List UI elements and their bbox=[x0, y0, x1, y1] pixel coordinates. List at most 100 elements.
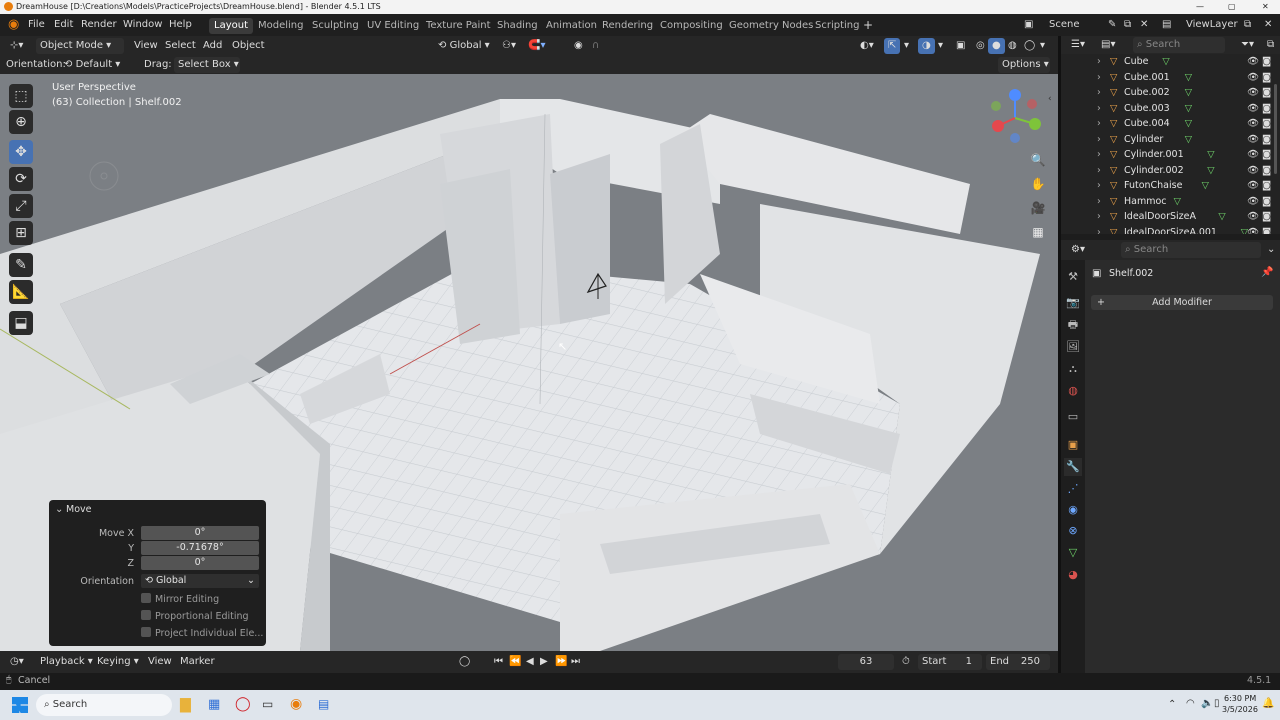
store-icon[interactable]: ▦ bbox=[208, 697, 220, 712]
sidebar-toggle-icon[interactable]: ‹ bbox=[1048, 94, 1052, 104]
menu-window[interactable]: Window bbox=[123, 14, 162, 36]
workspace-tab-compositing[interactable]: Compositing bbox=[655, 18, 728, 34]
view-layer-name[interactable]: ViewLayer bbox=[1186, 14, 1238, 36]
visibility-eye-icon[interactable]: 👁 bbox=[1247, 209, 1259, 225]
expand-arrow-icon[interactable]: › bbox=[1097, 116, 1101, 132]
render-camera-icon[interactable]: ◙ bbox=[1262, 54, 1271, 70]
constraints-tab-icon[interactable]: ⊗ bbox=[1064, 522, 1082, 540]
output-tab-icon[interactable]: 🖶 bbox=[1064, 316, 1082, 334]
overlays-icon[interactable]: ◑ bbox=[918, 38, 935, 54]
outliner-item[interactable]: › ▽ Cylinder.001 ▽ 👁 ◙ bbox=[1061, 147, 1280, 163]
object-tab-icon[interactable]: ▣ bbox=[1064, 436, 1082, 454]
scene-tab-icon[interactable]: ⛬ bbox=[1064, 360, 1082, 378]
filter-icon[interactable]: ⏷▾ bbox=[1237, 37, 1258, 53]
workspace-tab-texture-paint[interactable]: Texture Paint bbox=[421, 18, 496, 34]
render-camera-icon[interactable]: ◙ bbox=[1262, 147, 1271, 163]
outliner-item[interactable]: › ▽ Hammoc ▽ 👁 ◙ bbox=[1061, 194, 1280, 210]
preview-range-icon[interactable]: ⏱ bbox=[898, 654, 914, 670]
add-cube-tool-icon[interactable]: ⬓ bbox=[9, 311, 33, 335]
menu-playback[interactable]: Playback ▾ bbox=[36, 654, 97, 670]
visibility-eye-icon[interactable]: 👁 bbox=[1247, 85, 1259, 101]
render-camera-icon[interactable]: ◙ bbox=[1262, 225, 1271, 235]
workspace-tab-rendering[interactable]: Rendering bbox=[597, 18, 658, 34]
render-camera-icon[interactable]: ◙ bbox=[1262, 194, 1271, 210]
outliner-item[interactable]: › ▽ Cube.001 ▽ 👁 ◙ bbox=[1061, 70, 1280, 86]
gizmo-dropdown-icon[interactable]: ▾ bbox=[900, 38, 913, 54]
maximize-icon[interactable]: ▢ bbox=[1228, 0, 1236, 14]
orientation-dropdown[interactable]: ⟲ Default ▾ bbox=[60, 57, 134, 73]
particles-tab-icon[interactable]: ⋰ bbox=[1064, 480, 1082, 498]
menu-view-timeline[interactable]: View bbox=[144, 654, 176, 670]
outliner-item-label[interactable]: Cube.003 bbox=[1124, 101, 1170, 117]
tool-tab-icon[interactable]: ⚒ bbox=[1064, 268, 1082, 286]
battery-icon[interactable]: ▯ bbox=[1214, 698, 1220, 709]
properties-search-input[interactable]: ⌕ Search bbox=[1121, 242, 1261, 258]
outliner-item-label[interactable]: IdealDoorSizeA bbox=[1124, 209, 1196, 225]
opera-icon[interactable]: ◯ bbox=[235, 696, 251, 712]
expand-arrow-icon[interactable]: › bbox=[1097, 70, 1101, 86]
outliner-item[interactable]: › ▽ Cylinder.002 ▽ 👁 ◙ bbox=[1061, 163, 1280, 179]
visibility-eye-icon[interactable]: 👁 bbox=[1247, 70, 1259, 86]
frame-start-field[interactable]: Start 1 bbox=[918, 654, 982, 670]
outliner-item[interactable]: › ▽ FutonChaise ▽ 👁 ◙ bbox=[1061, 178, 1280, 194]
remove-view-layer-icon[interactable]: ✕ bbox=[1264, 14, 1272, 36]
render-camera-icon[interactable]: ◙ bbox=[1262, 116, 1271, 132]
select-box-tool-icon[interactable]: ⬚ bbox=[9, 84, 33, 108]
add-modifier-button[interactable]: + Add Modifier bbox=[1091, 295, 1273, 310]
scene-icon[interactable]: ▣ bbox=[1024, 14, 1033, 36]
move-y-field[interactable]: -0.71678° bbox=[141, 541, 259, 555]
visibility-eye-icon[interactable]: 👁 bbox=[1247, 101, 1259, 117]
editor-type-icon[interactable]: ⊹▾ bbox=[6, 38, 27, 54]
menu-select[interactable]: Select bbox=[161, 38, 200, 54]
menu-edit[interactable]: Edit bbox=[54, 14, 73, 36]
outliner-item-label[interactable]: IdealDoorSizeA.001 bbox=[1124, 225, 1217, 235]
volume-icon[interactable]: 🔈 bbox=[1201, 698, 1213, 709]
expand-arrow-icon[interactable]: › bbox=[1097, 132, 1101, 148]
zoom-view-icon[interactable]: 🔍 bbox=[1028, 150, 1048, 170]
outliner-item[interactable]: › ▽ Cube.002 ▽ 👁 ◙ bbox=[1061, 85, 1280, 101]
expand-arrow-icon[interactable]: › bbox=[1097, 85, 1101, 101]
measure-tool-icon[interactable]: 📐 bbox=[9, 280, 33, 304]
expand-arrow-icon[interactable]: › bbox=[1097, 209, 1101, 225]
object-mode-dropdown[interactable]: Object Mode ▾ bbox=[36, 38, 124, 54]
menu-help[interactable]: Help bbox=[169, 14, 192, 36]
outliner-item[interactable]: › ▽ IdealDoorSizeA ▽ 👁 ◙ bbox=[1061, 209, 1280, 225]
outliner-item-label[interactable]: Cube.004 bbox=[1124, 116, 1170, 132]
view-layer-tab-icon[interactable]: 🖼 bbox=[1064, 338, 1082, 356]
visibility-eye-icon[interactable]: 👁 bbox=[1247, 163, 1259, 179]
workspace-tab-uv-editing[interactable]: UV Editing bbox=[362, 18, 424, 34]
modifier-tab-icon[interactable]: 🔧 bbox=[1064, 458, 1082, 476]
menu-file[interactable]: File bbox=[28, 14, 45, 36]
display-mode-icon[interactable]: ▤▾ bbox=[1097, 37, 1119, 53]
visibility-icon[interactable]: ◐▾ bbox=[856, 38, 878, 54]
workspace-tab-shading[interactable]: Shading bbox=[492, 18, 543, 34]
file-explorer-icon[interactable]: ▇ bbox=[180, 697, 191, 713]
render-camera-icon[interactable]: ◙ bbox=[1262, 101, 1271, 117]
solid-shading-icon[interactable]: ● bbox=[988, 38, 1005, 54]
render-camera-icon[interactable]: ◙ bbox=[1262, 132, 1271, 148]
collection-tab-icon[interactable]: ▭ bbox=[1064, 408, 1082, 426]
move-tool-icon[interactable]: ✥ bbox=[9, 140, 33, 164]
workspace-tab-scripting[interactable]: Scripting bbox=[810, 18, 864, 34]
menu-view[interactable]: View bbox=[130, 38, 162, 54]
expand-arrow-icon[interactable]: › bbox=[1097, 194, 1101, 210]
close-icon[interactable]: ✕ bbox=[1262, 0, 1269, 14]
options-dropdown[interactable]: Options ▾ bbox=[998, 57, 1050, 73]
tray-chevron-icon[interactable]: ⌃ bbox=[1168, 699, 1176, 710]
workspace-tab-layout[interactable]: Layout bbox=[209, 18, 253, 34]
drag-dropdown[interactable]: Select Box ▾ bbox=[174, 57, 240, 73]
annotate-tool-icon[interactable]: ✎ bbox=[9, 253, 33, 277]
scene-name[interactable]: Scene bbox=[1049, 14, 1080, 36]
menu-add[interactable]: Add bbox=[199, 38, 226, 54]
world-tab-icon[interactable]: ◍ bbox=[1064, 382, 1082, 400]
windows-start-icon[interactable] bbox=[12, 697, 28, 713]
outliner-item-label[interactable]: Cube.001 bbox=[1124, 70, 1170, 86]
expand-arrow-icon[interactable]: › bbox=[1097, 147, 1101, 163]
menu-marker[interactable]: Marker bbox=[176, 654, 219, 670]
outliner-search-input[interactable]: ⌕ Search bbox=[1133, 37, 1225, 53]
expand-arrow-icon[interactable]: › bbox=[1097, 101, 1101, 117]
workspace-tab-sculpting[interactable]: Sculpting bbox=[307, 18, 364, 34]
workspace-tab-modeling[interactable]: Modeling bbox=[253, 18, 309, 34]
properties-options-icon[interactable]: ⌄ bbox=[1263, 242, 1279, 258]
menu-keying[interactable]: Keying ▾ bbox=[93, 654, 143, 670]
